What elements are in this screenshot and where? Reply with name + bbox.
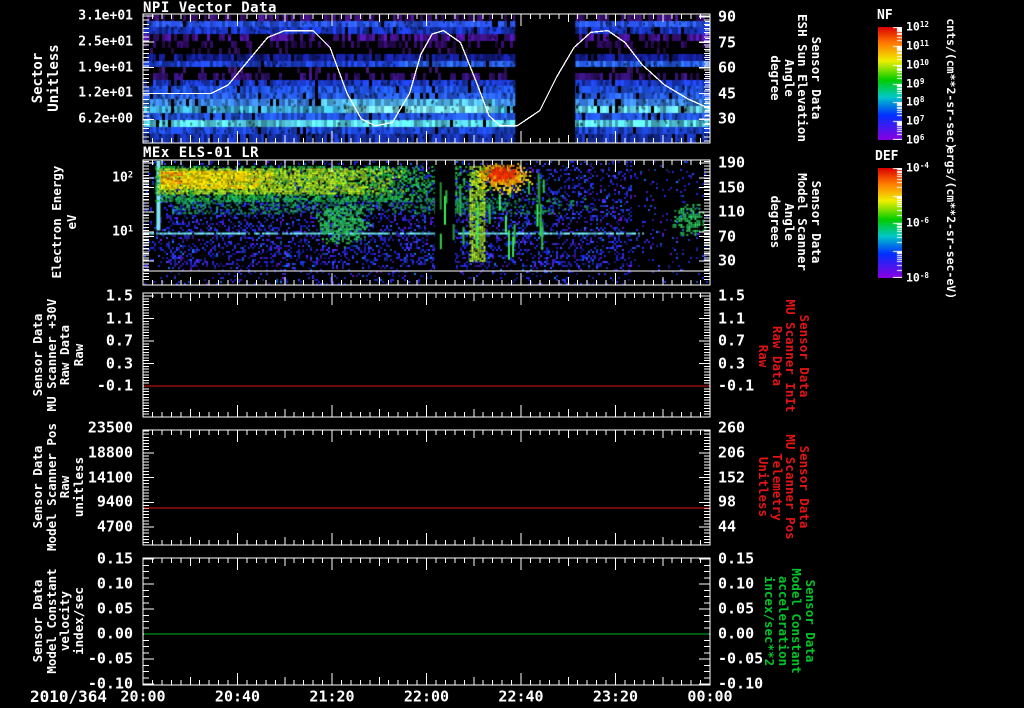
npi-left-tick-label: 2.5e+01 — [78, 34, 133, 50]
x-axis-tick-label: 20:40 — [214, 687, 261, 706]
npi-right-tick-label: 75 — [718, 33, 737, 51]
nf-colorbar-tick-label: 1012 — [906, 19, 929, 34]
els-right-tick-label: 70 — [718, 227, 737, 245]
npi-left-tick-label: 1.2e+01 — [78, 85, 133, 101]
velocity-left-tick-label: -0.05 — [87, 649, 133, 668]
velocity-right-axis-label: Sensor Data Model Constant acceleration inc… — [762, 568, 819, 674]
scanner-pos-y-axis-label: Sensor Data Model Scanner Pos Raw unitless — [30, 423, 86, 551]
npi-panel-title: NPI Vector Data — [143, 0, 277, 16]
x-axis-tick-label: 00:00 — [687, 687, 733, 706]
scanner-pos-right-tick-label: 44 — [718, 517, 737, 536]
mu30v-y-axis-label: Sensor Data MU Scanner +30V Raw Data Raw — [30, 298, 86, 412]
velocity-left-tick-label: 0.00 — [96, 624, 133, 643]
mu30v-left-tick-label: 0.7 — [105, 331, 133, 350]
scanner-pos-right-tick-label: 206 — [718, 443, 746, 462]
def-colorbar-tick-label: 10-4 — [906, 160, 929, 175]
cdaweb-plot-page: NPI Vector Data MEx ELS-01 LR NF DEF 201… — [0, 0, 1024, 708]
els-right-axis-label: Sensor Data Model Scanner Angle degrees — [768, 173, 825, 271]
mu30v-right-tick-label: 1.1 — [718, 309, 746, 327]
npi-right-tick-label: 90 — [718, 7, 737, 26]
nf-colorbar-tick-label: 1011 — [906, 38, 929, 53]
x-axis-tick-label: 22:40 — [498, 687, 544, 706]
scanner-pos-left-tick-label: 14100 — [87, 468, 133, 486]
def-colorbar-tick-label: 10-8 — [906, 270, 929, 285]
npi-right-tick-label: 45 — [718, 84, 737, 102]
scanner-pos-left-tick-label: 4700 — [96, 517, 133, 536]
npi-left-tick-label: 3.1e+01 — [78, 8, 133, 24]
nf-colorbar-title: NF — [877, 8, 893, 23]
axes-overlay — [142, 13, 711, 686]
def-colorbar-tick-label: 10-6 — [906, 215, 929, 230]
npi-left-tick-label: 1.9e+01 — [78, 60, 133, 76]
x-axis-tick-label: 20:00 — [120, 687, 166, 706]
def-colorbar-units: ergs/(cm**2-sr-sec-eV) — [943, 146, 958, 300]
npi-right-tick-label: 30 — [718, 109, 737, 128]
velocity-left-tick-label: 0.15 — [96, 549, 133, 568]
x-axis-tick-label: 23:20 — [592, 687, 639, 706]
els-right-tick-label: 190 — [718, 153, 746, 172]
nf-colorbar-units: cnts/(cm**2-sr-sec) — [943, 18, 958, 150]
scanner-pos-right-axis-label: Sensor Data MU Scanner Pos Telemetry Unitle… — [756, 434, 813, 540]
nf-colorbar-tick-label: 1010 — [906, 57, 929, 72]
mu30v-left-tick-label: 1.1 — [105, 309, 133, 327]
nf-colorbar-tick-label: 109 — [906, 76, 925, 91]
mu30v-left-tick-label: 1.5 — [105, 286, 133, 305]
els-y-axis-label: Electron Energy eV — [49, 165, 79, 279]
els-left-tick-label: 101 — [112, 224, 133, 240]
velocity-right-tick-label: 0.15 — [718, 549, 755, 568]
scanner-pos-left-tick-label: 18800 — [87, 443, 133, 462]
els-right-tick-label: 150 — [718, 178, 746, 196]
velocity-left-tick-label: 0.10 — [96, 574, 133, 593]
mu30v-right-tick-label: 0.3 — [718, 354, 746, 372]
mu30v-left-tick-label: -0.1 — [96, 376, 133, 395]
mu30v-right-tick-label: 1.5 — [718, 286, 746, 305]
mu30v-right-axis-label: Sensor Data MU Scanner InIt Raw Data Raw — [756, 299, 813, 413]
velocity-right-tick-label: 0.10 — [718, 574, 755, 593]
velocity-y-axis-label: Sensor Data Model Constant velocity index/s… — [30, 568, 86, 674]
nf-colorbar-tick-label: 107 — [906, 113, 925, 128]
velocity-right-tick-label: 0.05 — [718, 599, 755, 618]
scanner-pos-right-tick-label: 260 — [718, 418, 746, 437]
mu30v-left-tick-label: 0.3 — [105, 354, 133, 372]
scanner-pos-left-tick-label: 23500 — [87, 418, 133, 437]
velocity-left-tick-label: 0.05 — [96, 599, 133, 618]
npi-right-axis-label: Sensor Data ESH Sun Elevation Angle degree — [768, 14, 825, 142]
npi-left-tick-label: 6.2e+00 — [78, 111, 133, 127]
els-right-tick-label: 110 — [718, 202, 746, 221]
els-right-tick-label: 30 — [718, 251, 737, 270]
mu30v-right-tick-label: -0.1 — [718, 376, 755, 395]
scanner-pos-right-tick-label: 98 — [718, 492, 737, 511]
els-left-tick-label: 102 — [112, 170, 133, 186]
velocity-right-tick-label: 0.00 — [718, 624, 755, 643]
mu30v-right-tick-label: 0.7 — [718, 331, 746, 350]
npi-y-axis-label: Sector Unitless — [30, 44, 62, 112]
scanner-pos-left-tick-label: 9400 — [96, 492, 133, 511]
x-axis-tick-label: 22:00 — [403, 687, 450, 706]
els-panel-title: MEx ELS-01 LR — [143, 145, 260, 161]
x-axis-tick-label: 21:20 — [309, 687, 355, 706]
npi-right-tick-label: 60 — [718, 58, 737, 77]
nf-colorbar-tick-label: 106 — [906, 132, 925, 147]
nf-colorbar-tick-label: 108 — [906, 94, 925, 109]
velocity-right-tick-label: -0.05 — [718, 649, 764, 668]
scanner-pos-right-tick-label: 152 — [718, 468, 746, 486]
def-colorbar-title: DEF — [875, 149, 899, 164]
